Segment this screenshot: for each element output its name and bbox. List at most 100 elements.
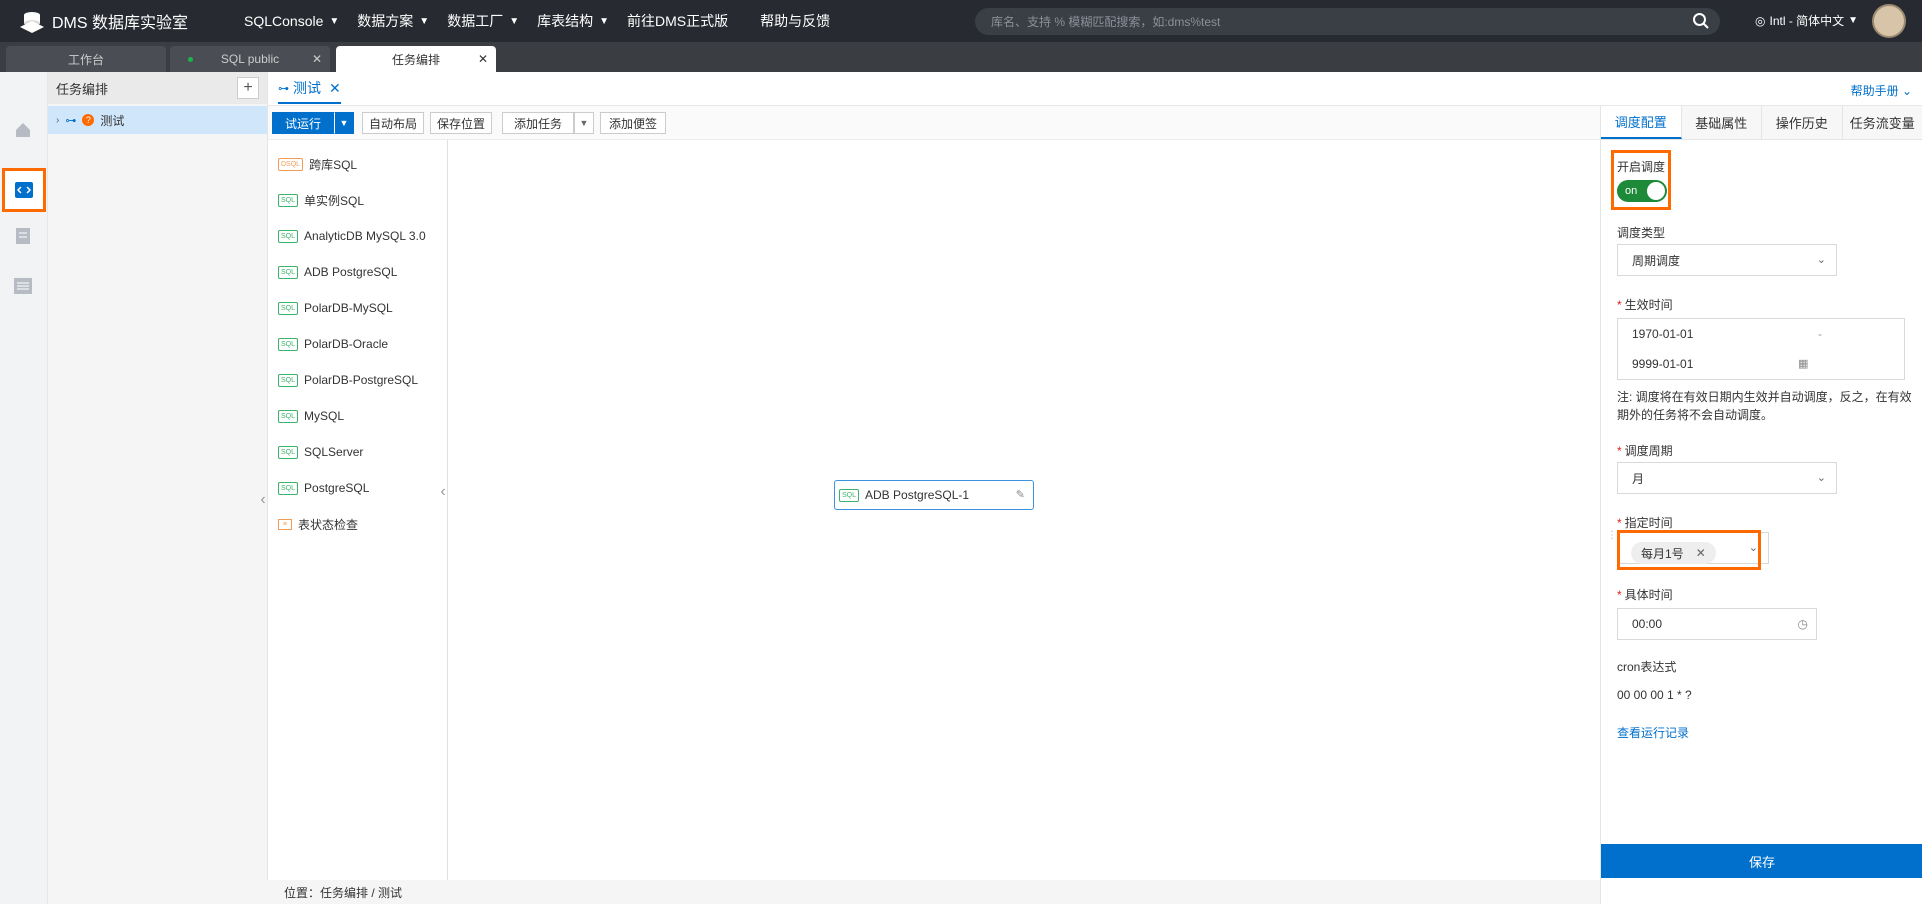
view-run-records-link[interactable]: 查看运行记录 [1617,724,1689,741]
code-icon-selected[interactable] [2,168,46,212]
collapse-tree-handle[interactable]: ‹ [256,480,270,520]
add-task-button[interactable]: 添加任务 [502,112,574,134]
start-date[interactable]: 1970-01-01 [1632,327,1693,341]
nav-data-factory[interactable]: 数据工厂 ▼ [447,11,519,31]
table-check-icon: ≡ [278,518,292,530]
cycle-select[interactable]: 月 ⌄ [1617,462,1837,494]
tab-flow-variables[interactable]: 任务流变量 [1843,106,1922,139]
chevron-down-icon: ▼ [579,118,589,128]
chevron-down-icon: ▼ [509,15,520,27]
chevron-down-icon: ▼ [339,118,349,128]
save-position-button[interactable]: 保存位置 [430,112,492,134]
close-icon[interactable]: ✕ [478,52,488,66]
sql-icon: SQL [278,265,299,279]
node-table-status-check[interactable]: ≡ 表状态检查 [278,514,358,534]
sql-icon: SQL [278,193,299,207]
left-rail [0,72,48,904]
question-icon: ? [82,114,95,126]
search-icon[interactable] [1692,12,1710,30]
nav-help-feedback[interactable]: 帮助与反馈 [760,11,830,31]
status-dot [188,56,193,62]
node-sqlserver[interactable]: SQL SQLServer [278,442,363,462]
tab-sql-public[interactable]: SQL public ✕ [170,46,330,72]
run-dropdown-button[interactable]: ▼ [334,112,354,134]
location-breadcrumb: 位置：任务编排 / 测试 [268,880,1600,904]
specific-time-label: * 具体时间 [1617,588,1673,602]
close-icon[interactable]: ✕ [312,52,322,66]
run-button[interactable]: 试运行 [272,112,334,134]
tree-header: 任务编排 + [48,72,267,104]
close-icon[interactable]: ✕ [329,80,341,97]
specify-time-label: * 指定时间 [1617,516,1673,530]
sql-icon: SQL [839,488,860,502]
code-icon [15,182,33,198]
logo[interactable]: DMS 数据库实验室 [16,5,216,37]
tab-test[interactable]: ⊶ 测试 ✕ [278,78,341,104]
cron-value: 00 00 00 1 * ? [1617,688,1692,702]
cron-label: cron表达式 [1617,660,1677,674]
node-mysql[interactable]: SQL MySQL [278,406,344,426]
tree-item-label: 测试 [100,113,125,128]
node-single-instance-sql[interactable]: SQL 单实例SQL [278,190,364,210]
chevron-right-icon[interactable]: › [56,115,59,126]
sql-icon: SQL [278,481,299,495]
tab-schedule-config[interactable]: 调度配置 [1601,106,1682,139]
language-switcher[interactable]: ◎ Intl - 简体中文 ▼ [1755,12,1858,29]
document-icon[interactable] [13,226,33,246]
workflow-canvas[interactable] [448,140,1600,880]
node-polardb-oracle[interactable]: SQL PolarDB-Oracle [278,334,388,354]
nav-data-solution[interactable]: 数据方案 ▼ [357,11,429,31]
node-cross-db-sql[interactable]: DSQL 跨库SQL [278,154,357,174]
dms-logo-icon [20,12,44,33]
end-date[interactable]: 9999-01-01 [1632,357,1693,371]
enable-schedule-label: 开启调度 [1617,160,1666,174]
flow-icon: ⊶ [278,82,289,95]
avatar[interactable] [1872,4,1906,38]
sql-icon: SQL [278,229,299,243]
sql-icon: SQL [278,445,299,459]
sql-icon: SQL [278,373,299,387]
task-tree-panel: 任务编排 + › ⊶ ? 测试 [48,72,268,904]
add-icon[interactable]: + [237,77,259,99]
tree-item-test[interactable]: › ⊶ ? 测试 [48,106,267,134]
node-polardb-postgresql[interactable]: SQL PolarDB-PostgreSQL [278,370,418,390]
node-adb-postgresql[interactable]: SQL ADB PostgreSQL [278,262,397,282]
node-type-list: DSQL 跨库SQL SQL 单实例SQL SQL AnalyticDB MySQL … [268,140,448,880]
nav-sqlconsole[interactable]: SQLConsole ▼ [244,13,339,29]
tab-task-orchestration[interactable]: 任务编排 ✕ [336,46,496,72]
sql-icon: SQL [278,337,299,351]
tree-title: 任务编排 [56,81,109,97]
search-input[interactable]: 库名、支持 % 模糊匹配搜索，如:dms%test [975,8,1720,35]
cycle-label: * 调度周期 [1617,444,1673,458]
canvas-node-adb-postgresql-1[interactable]: SQL ADB PostgreSQL-1 ✎ [834,480,1034,510]
node-postgresql[interactable]: SQL PostgreSQL [278,478,369,498]
add-task-dropdown-button[interactable]: ▼ [574,112,594,134]
effective-date-range[interactable]: 1970-01-01 - 9999-01-01 ▦ [1617,318,1905,380]
chevron-down-icon: ▼ [599,15,610,27]
node-analyticdb-mysql[interactable]: SQL AnalyticDB MySQL 3.0 [278,226,426,246]
home-icon[interactable] [13,120,33,140]
highlight-box [1617,530,1761,570]
save-button[interactable]: 保存 [1601,844,1922,878]
node-polardb-mysql[interactable]: SQL PolarDB-MySQL [278,298,393,318]
specific-time-picker[interactable]: 00:00 ◷ [1617,608,1817,640]
schedule-toggle[interactable]: on [1617,180,1667,202]
tab-workbench[interactable]: 工作台 [6,46,166,72]
nav-goto-dms[interactable]: 前往DMS正式版 [627,11,728,31]
list-icon[interactable] [13,276,33,296]
add-note-button[interactable]: 添加便签 [600,112,666,134]
calendar-icon[interactable]: ▦ [1798,357,1808,370]
sql-icon: SQL [278,301,299,315]
tab-operation-history[interactable]: 操作历史 [1762,106,1843,139]
toolbar: 试运行 ▼ 自动布局 保存位置 添加任务 ▼ 添加便签 [268,106,1600,140]
nav-schema[interactable]: 库表结构 ▼ [537,11,609,31]
clock-icon: ◷ [1797,617,1808,631]
globe-icon: ◎ [1755,13,1766,28]
help-manual-link[interactable]: 帮助手册 ⌄ [1851,82,1912,99]
flow-icon: ⊶ [65,114,77,127]
tab-basic-properties[interactable]: 基础属性 [1682,106,1762,139]
edit-icon[interactable]: ✎ [1016,488,1025,501]
config-tabs: 调度配置 基础属性 操作历史 任务流变量 [1601,106,1922,140]
schedule-type-select[interactable]: 周期调度 ⌄ [1617,244,1837,276]
auto-layout-button[interactable]: 自动布局 [362,112,424,134]
